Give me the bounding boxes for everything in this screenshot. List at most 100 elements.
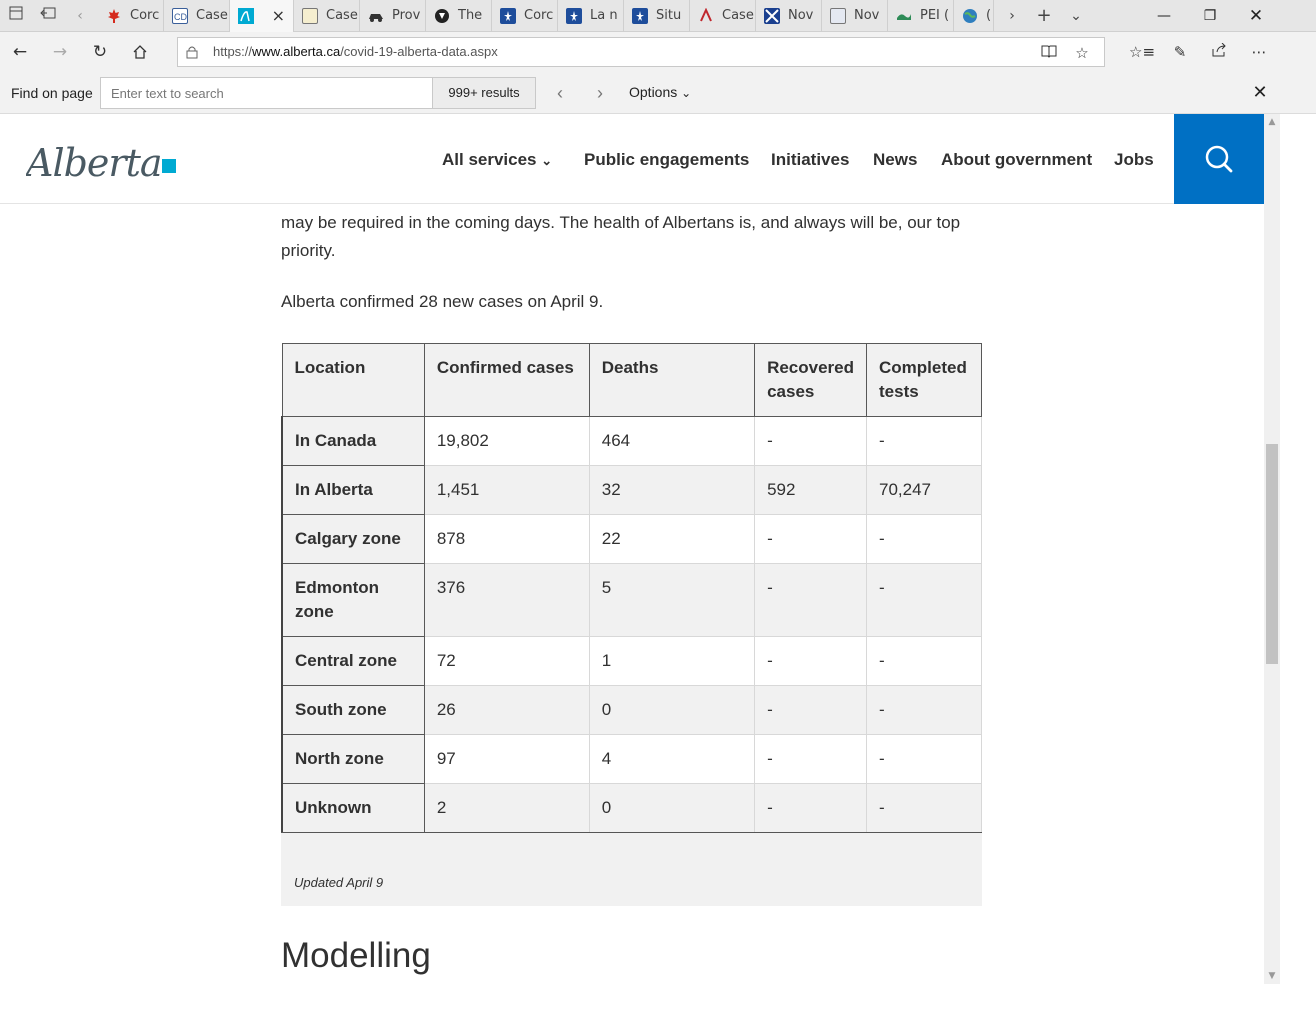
tab-13[interactable]: PEI (	[888, 0, 954, 32]
table-cell: 2	[423, 783, 590, 834]
restore-button[interactable]: ❐	[1187, 0, 1233, 32]
tab-4[interactable]: Case	[294, 0, 360, 32]
find-input[interactable]	[100, 77, 433, 109]
tab-2[interactable]: CD Case	[164, 0, 230, 32]
tab-3-active[interactable]: ×	[230, 0, 294, 32]
table-cell: 464	[588, 416, 756, 466]
tab-1[interactable]: Corc	[98, 0, 164, 32]
car-icon	[368, 8, 384, 24]
tab-14[interactable]: (	[954, 0, 994, 32]
table-cell: -	[754, 685, 868, 735]
row-location: In Canada	[280, 416, 425, 466]
nav-all-services-label: All services	[442, 150, 537, 169]
tab-5[interactable]: Prov	[360, 0, 426, 32]
share-icon[interactable]	[1208, 41, 1230, 63]
back-button[interactable]: ←	[6, 40, 34, 64]
scroll-up-icon[interactable]: ▲	[1264, 114, 1280, 130]
nav-news[interactable]: News	[873, 150, 917, 170]
address-bar[interactable]: https://www.alberta.ca/covid-19-alberta-…	[177, 37, 1105, 67]
favorite-star-icon[interactable]: ☆	[1071, 42, 1093, 64]
minimize-button[interactable]: —	[1141, 0, 1187, 32]
case-icon	[698, 7, 714, 24]
home-button[interactable]	[126, 40, 154, 64]
nav-about-government[interactable]: About government	[941, 150, 1092, 170]
new-tab-icon[interactable]: +	[1034, 6, 1054, 26]
tab-scroll-left-icon[interactable]: ‹	[70, 6, 90, 26]
row-location: Calgary zone	[280, 514, 425, 564]
tab-10[interactable]: Case	[690, 0, 756, 32]
table-cell: 19,802	[423, 416, 590, 466]
browser-tab-bar: ‹ Corc CD Case × Case Prov The Corc La n…	[0, 0, 1316, 32]
tab-8[interactable]: La n	[558, 0, 624, 32]
lock-icon[interactable]	[186, 45, 200, 59]
table-row: Unknown 2 0 - -	[280, 783, 982, 834]
nav-initiatives[interactable]: Initiatives	[771, 150, 849, 170]
table-cell: -	[866, 563, 982, 637]
chevron-down-icon: ⌄	[681, 86, 692, 100]
table-cell: -	[754, 636, 868, 686]
url-text[interactable]: https://www.alberta.ca/covid-19-alberta-…	[213, 44, 498, 59]
more-menu-icon[interactable]: ⋯	[1248, 41, 1270, 63]
refresh-button[interactable]: ↻	[86, 40, 114, 64]
ns-icon	[764, 8, 780, 24]
row-location: In Alberta	[280, 465, 425, 515]
nav-jobs[interactable]: Jobs	[1114, 150, 1154, 170]
find-bar: Find on page 999+ results ‹ › Options ⌄ …	[0, 72, 1316, 114]
tab-11[interactable]: Nov	[756, 0, 822, 32]
tab-9[interactable]: Situ	[624, 0, 690, 32]
table-cell: 97	[423, 734, 590, 784]
quebec-icon	[500, 8, 516, 24]
reading-view-icon[interactable]	[1038, 42, 1060, 64]
table-cell: -	[866, 685, 982, 735]
table-header-cell: Recovered cases	[754, 343, 868, 417]
scroll-down-icon[interactable]: ▼	[1264, 968, 1280, 984]
maple-leaf-icon	[106, 8, 122, 24]
row-location: North zone	[280, 734, 425, 784]
find-options-button[interactable]: Options ⌄	[629, 84, 691, 100]
set-aside-tabs-icon[interactable]	[38, 6, 58, 26]
url-path: /covid-19-alberta-data.aspx	[340, 44, 498, 59]
site-header: Alberta All services ⌄ Public engagement…	[0, 114, 1264, 204]
favorites-hub-icon[interactable]: ☆≡	[1129, 41, 1155, 63]
table-cell: 72	[423, 636, 590, 686]
new-cases-paragraph: Alberta confirmed 28 new cases on April …	[281, 292, 604, 311]
table-cell: 5	[588, 563, 756, 637]
site-search-button[interactable]	[1174, 114, 1264, 204]
tab-close-icon[interactable]: ×	[272, 6, 285, 25]
table-header-row: Location Confirmed cases Deaths Recovere…	[281, 343, 982, 417]
nb-icon	[830, 8, 846, 24]
table-cell: 1	[588, 636, 756, 686]
table-header-cell: Completed tests	[866, 343, 982, 417]
tab-7[interactable]: Corc	[492, 0, 558, 32]
table-cell: -	[754, 514, 868, 564]
find-next-icon[interactable]: ›	[589, 82, 611, 104]
nav-all-services[interactable]: All services ⌄	[442, 150, 552, 170]
nav-public-engagements[interactable]: Public engagements	[584, 150, 749, 170]
table-cell: 1,451	[423, 465, 590, 515]
intro-paragraph: may be required in the coming days. The …	[281, 213, 961, 260]
forward-button[interactable]: →	[46, 40, 74, 64]
tab-scroll-right-icon[interactable]: ›	[1002, 6, 1022, 26]
chevron-down-icon[interactable]: ⌄	[1066, 6, 1086, 26]
pen-notes-icon[interactable]: ✎	[1169, 41, 1191, 63]
table-row: North zone 97 4 - -	[280, 734, 982, 784]
shield-icon	[434, 8, 450, 24]
cc-icon: CD	[172, 8, 188, 24]
tab-6[interactable]: The	[426, 0, 492, 32]
tab-12[interactable]: Nov	[822, 0, 888, 32]
scroll-thumb[interactable]	[1266, 444, 1278, 664]
find-label: Find on page	[11, 85, 93, 101]
table-cell: -	[866, 734, 982, 784]
close-window-button[interactable]: ✕	[1233, 0, 1279, 32]
table-cell: 32	[588, 465, 756, 515]
cases-table: Location Confirmed cases Deaths Recovere…	[280, 343, 982, 834]
page-scrollbar[interactable]: ▲ ▼	[1264, 114, 1280, 984]
alberta-icon	[238, 8, 254, 24]
alberta-logo[interactable]: Alberta	[23, 136, 178, 186]
tab-actions-icon[interactable]	[6, 6, 26, 26]
find-previous-icon[interactable]: ‹	[549, 82, 571, 104]
find-options-label: Options	[629, 84, 678, 100]
table-cell: -	[866, 783, 982, 834]
case-icon	[302, 8, 318, 24]
find-close-icon[interactable]: ✕	[1250, 82, 1270, 102]
